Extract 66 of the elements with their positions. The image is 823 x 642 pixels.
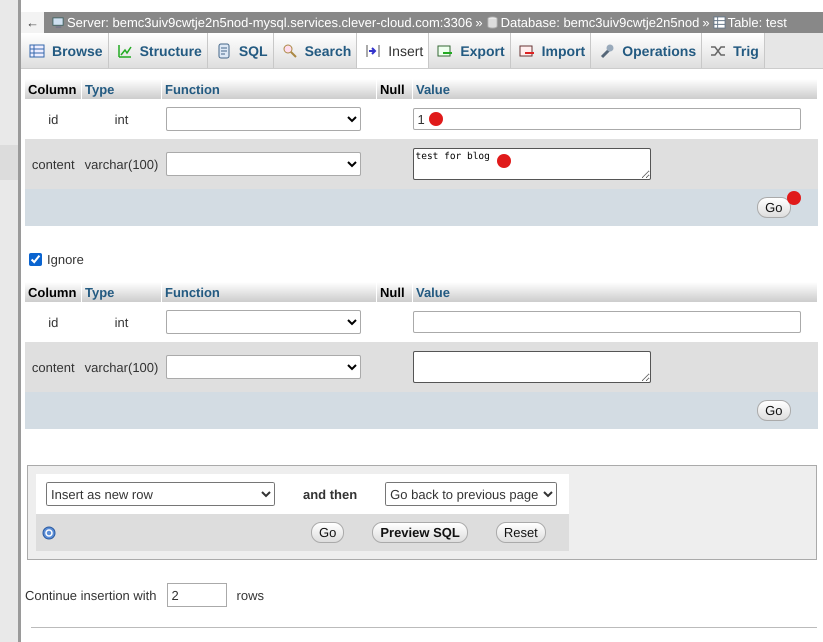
after-insert-select[interactable]: Go back to previous page xyxy=(385,482,558,506)
column-header[interactable]: Value xyxy=(412,282,818,302)
tab[interactable]: SQL xyxy=(208,33,274,68)
column-header[interactable]: Type xyxy=(82,282,162,302)
row-count-input[interactable]: 2 xyxy=(166,583,227,607)
go-button[interactable]: Go xyxy=(757,400,790,421)
import-icon xyxy=(519,45,534,56)
column-name: content xyxy=(25,139,82,189)
column-name: content xyxy=(25,342,82,392)
function-select[interactable] xyxy=(166,355,360,379)
column-type: int xyxy=(82,99,162,139)
monitor-icon xyxy=(52,16,65,29)
and-then-label: and then xyxy=(303,486,358,502)
breadcrumb-link[interactable]: Server: bemc3uiv9cwtje2n5nod-mysql.services.clever-cloud.com:3306 xyxy=(67,15,472,30)
shuffle-icon xyxy=(710,46,726,56)
tab[interactable]: Insert xyxy=(357,33,430,68)
grid-icon xyxy=(30,44,44,57)
column-type: int xyxy=(82,302,162,342)
function-select[interactable] xyxy=(166,152,360,176)
action-button[interactable]: Reset xyxy=(496,522,546,543)
action-button[interactable]: Go xyxy=(311,522,344,543)
tab[interactable]: Export xyxy=(429,33,511,68)
function-select[interactable] xyxy=(166,107,360,131)
column-header[interactable]: Type xyxy=(82,79,162,99)
column-name: id xyxy=(25,99,82,139)
export-icon xyxy=(438,45,452,56)
value-input[interactable] xyxy=(412,311,800,333)
insert-mode-select[interactable]: Insert as new row xyxy=(46,482,275,506)
scroll-icon xyxy=(218,43,230,58)
insert-icon xyxy=(366,44,380,57)
rows-label: rows xyxy=(236,588,264,602)
tab[interactable]: Search xyxy=(274,33,358,68)
breadcrumb-separator: » xyxy=(702,15,710,30)
wrench-icon xyxy=(601,44,614,58)
column-header: Column xyxy=(25,79,82,99)
go-button[interactable]: Go xyxy=(757,197,790,218)
tab[interactable]: Structure xyxy=(108,33,208,68)
column-type: varchar(100) xyxy=(82,342,162,392)
breadcrumb-separator: » xyxy=(475,15,483,30)
column-header[interactable]: Function xyxy=(162,282,376,302)
table-icon xyxy=(712,16,726,29)
column-header: Column xyxy=(25,282,82,302)
column-type: varchar(100) xyxy=(82,139,162,189)
breadcrumb-link[interactable]: Database: bemc3uiv9cwtje2n5nod xyxy=(500,15,700,30)
tab[interactable]: Import xyxy=(510,33,592,68)
action-button[interactable]: Preview SQL xyxy=(372,522,468,543)
value-input[interactable]: 1 xyxy=(412,108,800,130)
column-header: Null xyxy=(376,79,412,99)
ignore-checkbox[interactable] xyxy=(29,252,42,266)
column-header[interactable]: Value xyxy=(412,79,818,99)
breadcrumb-link[interactable]: Table: test xyxy=(728,15,787,30)
database-icon xyxy=(486,16,499,29)
tab[interactable]: Browse xyxy=(21,33,109,68)
back-link[interactable]: ← xyxy=(21,12,44,33)
tab[interactable]: Trig xyxy=(702,33,765,68)
function-select[interactable] xyxy=(166,310,360,334)
column-header[interactable]: Function xyxy=(162,79,376,99)
column-header: Null xyxy=(376,282,412,302)
tab[interactable]: Operations xyxy=(591,33,702,68)
value-textarea[interactable]: test for blog xyxy=(412,148,650,180)
continue-label: Continue insertion with xyxy=(25,588,157,602)
chart-icon xyxy=(118,44,132,58)
column-name: id xyxy=(25,302,82,342)
ignore-label: Ignore xyxy=(47,252,84,266)
value-textarea[interactable] xyxy=(412,351,650,383)
search-icon xyxy=(283,44,296,58)
